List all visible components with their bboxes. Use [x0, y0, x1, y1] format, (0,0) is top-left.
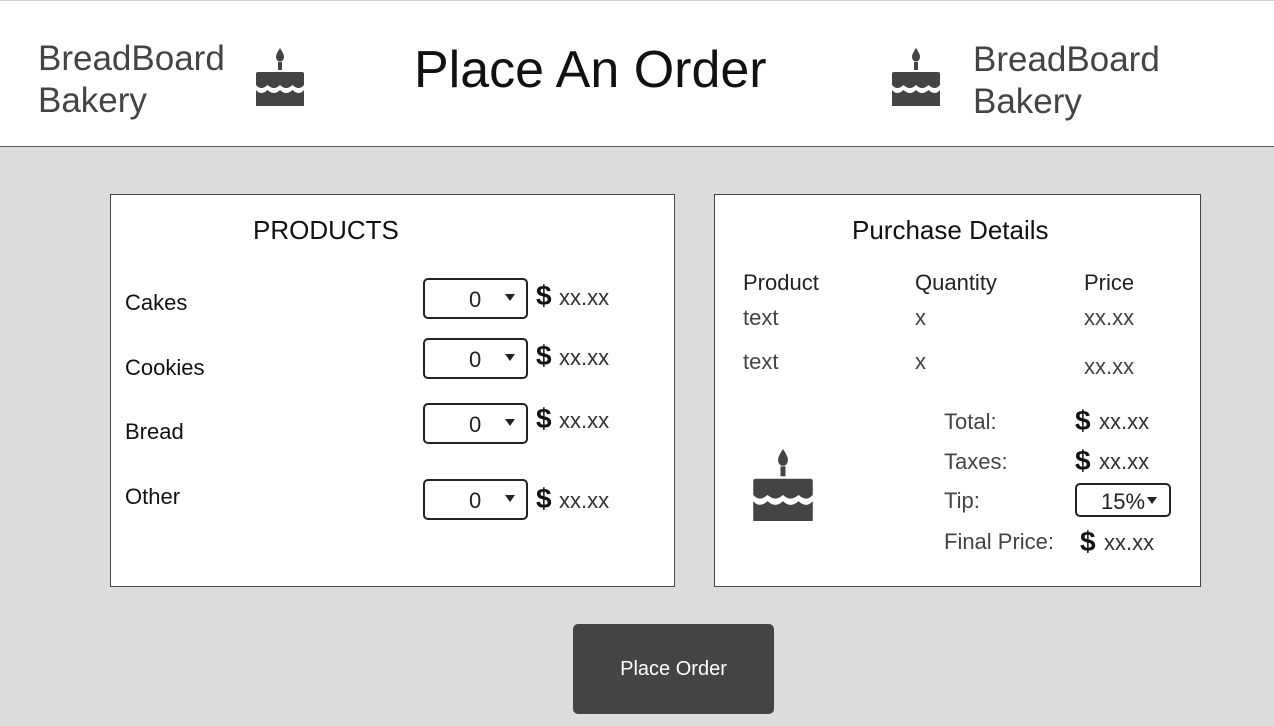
chevron-down-icon — [1147, 497, 1157, 504]
dollar-icon: $ — [1075, 445, 1091, 476]
product-label-cookies: Cookies — [125, 355, 205, 380]
quantity-value: 0 — [469, 412, 482, 437]
cake-icon — [256, 48, 304, 106]
quantity-value: 0 — [469, 347, 482, 372]
dollar-icon: $ — [536, 340, 552, 371]
purchase-details-title: Purchase Details — [852, 215, 1049, 245]
product-label-bread: Bread — [125, 419, 184, 444]
tip-value: 15% — [1101, 489, 1146, 514]
chevron-down-icon — [505, 419, 515, 426]
cake-icon — [753, 449, 813, 521]
product-label-cakes: Cakes — [125, 290, 188, 315]
tip-select[interactable]: 15% — [1075, 483, 1171, 517]
page-title: Place An Order — [414, 41, 767, 99]
product-price-cakes: xx.xx — [559, 285, 610, 310]
column-header-price: Price — [1084, 270, 1135, 295]
total-label: Total: — [944, 409, 997, 434]
dollar-icon: $ — [536, 483, 552, 514]
cake-icon — [892, 48, 940, 106]
product-price-other: xx.xx — [559, 488, 610, 513]
brand-line: BreadBoard Bakery — [973, 40, 1160, 121]
total-value: xx.xx — [1099, 409, 1150, 434]
quantity-value: 0 — [469, 287, 482, 312]
quantity-select-bread[interactable]: 0 — [423, 403, 528, 444]
dollar-icon: $ — [1080, 526, 1096, 557]
brand-name-right: BreadBoard Bakery — [973, 39, 1173, 123]
row-quantity: x — [915, 305, 926, 330]
final-price-value: xx.xx — [1104, 530, 1155, 555]
taxes-value: xx.xx — [1099, 449, 1150, 474]
dollar-icon: $ — [1075, 405, 1091, 436]
quantity-select-cookies[interactable]: 0 — [423, 338, 528, 379]
taxes-label: Taxes: — [944, 449, 1008, 474]
row-product: text — [743, 305, 779, 330]
chevron-down-icon — [505, 354, 515, 361]
row-product: text — [743, 349, 779, 374]
column-header-quantity: Quantity — [915, 270, 997, 295]
dollar-icon: $ — [536, 403, 552, 434]
dollar-icon: $ — [536, 280, 552, 311]
brand-line: BreadBoard Bakery — [38, 39, 225, 120]
row-price: xx.xx — [1084, 354, 1135, 379]
tip-label: Tip: — [944, 488, 980, 513]
place-order-button[interactable]: Place Order — [573, 624, 774, 714]
final-price-label: Final Price: — [944, 529, 1055, 554]
quantity-value: 0 — [469, 488, 482, 513]
purchase-details-panel: Purchase Details Product Quantity Price … — [714, 194, 1201, 587]
quantity-select-cakes[interactable]: 0 — [423, 278, 528, 319]
product-price-cookies: xx.xx — [559, 345, 610, 370]
row-price: xx.xx — [1084, 305, 1135, 330]
page-header: BreadBoard Bakery Place An Order BreadBo… — [0, 0, 1274, 147]
product-label-other: Other — [125, 484, 181, 509]
quantity-select-other[interactable]: 0 — [423, 479, 528, 520]
products-title: PRODUCTS — [253, 215, 399, 245]
row-quantity: x — [915, 349, 926, 374]
chevron-down-icon — [505, 294, 515, 301]
products-panel: PRODUCTS Cakes 0 $ xx.xx Cookies 0 $ xx.… — [110, 194, 675, 587]
column-header-product: Product — [743, 270, 819, 295]
chevron-down-icon — [505, 495, 515, 502]
product-price-bread: xx.xx — [559, 408, 610, 433]
brand-name-left: BreadBoard Bakery — [38, 38, 238, 122]
